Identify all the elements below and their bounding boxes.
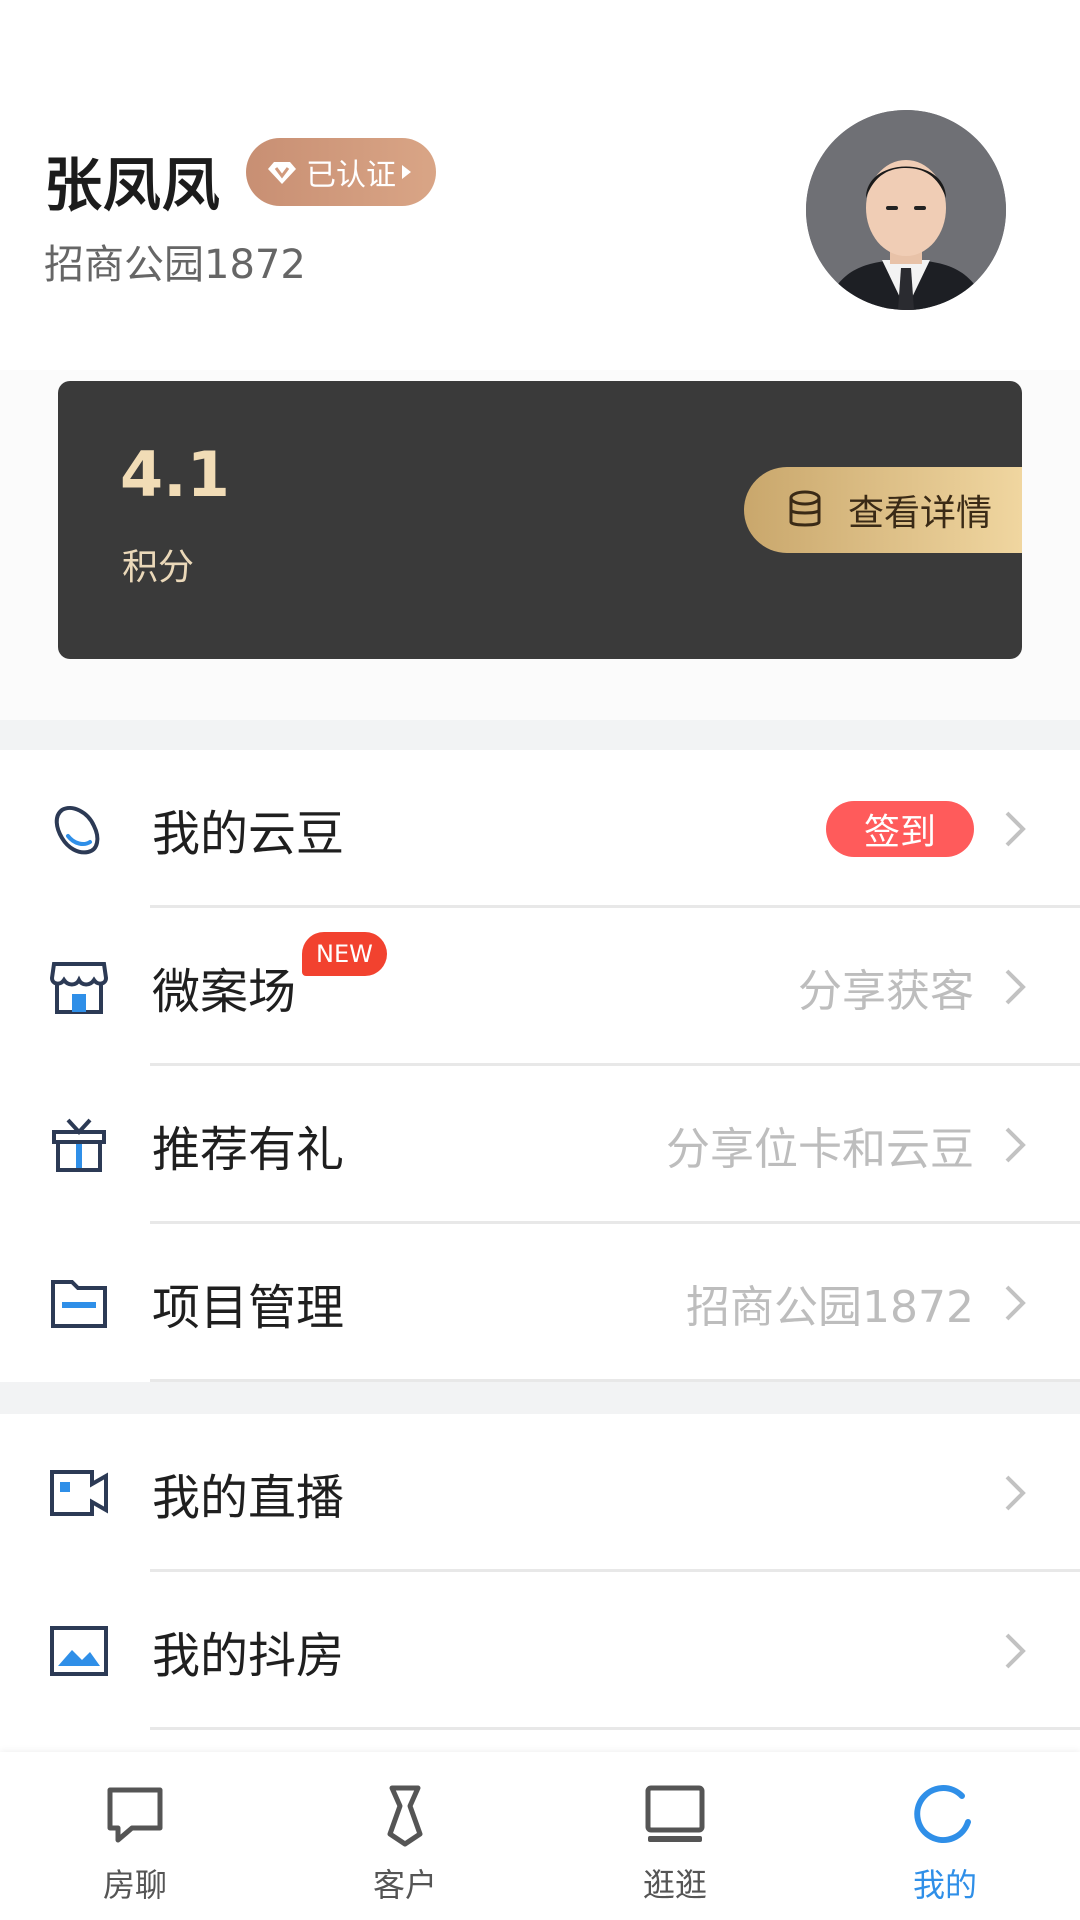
- menu-label-project-management: 项目管理: [152, 1280, 345, 1336]
- tab-browse-label: 逛逛: [642, 1866, 707, 1904]
- menu-hint-micro-site: 分享获客: [798, 966, 974, 1017]
- menu-label-douyin-house: 我的抖房: [152, 1628, 345, 1684]
- menu-label-micro-site: 微案场: [152, 964, 297, 1020]
- video-camera-icon: [50, 1470, 108, 1516]
- user-name: 张凤凤: [44, 151, 222, 219]
- chevron-right-icon: [1005, 1127, 1026, 1163]
- chevron-right-icon: [1005, 1475, 1026, 1511]
- points-label: 积分: [122, 547, 195, 588]
- menu-item-douyin-house[interactable]: 我的抖房: [0, 1572, 1080, 1730]
- verified-badge[interactable]: 已认证: [246, 138, 436, 206]
- image-icon: [50, 1626, 108, 1676]
- arrow-right-icon: [402, 165, 411, 179]
- tab-chat[interactable]: 房聊: [0, 1752, 270, 1920]
- menu-item-project-management[interactable]: 项目管理 招商公园1872: [0, 1224, 1080, 1382]
- signin-badge[interactable]: 签到: [826, 801, 974, 857]
- points-value: 4.1: [120, 438, 230, 511]
- section-divider: [0, 720, 1080, 750]
- tab-mine-label: 我的: [912, 1866, 977, 1904]
- menu-hint-referral: 分享位卡和云豆: [666, 1124, 974, 1175]
- verified-label: 已认证: [306, 158, 396, 193]
- tab-browse[interactable]: 逛逛: [540, 1752, 810, 1920]
- chevron-right-icon: [1005, 1633, 1026, 1669]
- profile-page: 张凤凤 已认证 招商公园1872 4.1 积分 查看详情 我的云豆 签到 微案场…: [0, 0, 1080, 1920]
- project-name: 招商公园1872: [44, 242, 306, 288]
- menu-item-live[interactable]: 我的直播: [0, 1414, 1080, 1572]
- tab-mine[interactable]: 我的: [810, 1752, 1080, 1920]
- view-details-label: 查看详情: [848, 493, 993, 534]
- bottom-tab-bar: 房聊 客户 逛逛 我的: [0, 1752, 1080, 1920]
- profile-circle-icon: [914, 1785, 971, 1843]
- diamond-icon: [268, 162, 296, 184]
- chevron-right-icon: [1005, 1285, 1026, 1321]
- view-details-button[interactable]: 查看详情: [744, 467, 1022, 553]
- chat-icon: [107, 1787, 163, 1843]
- folder-icon: [51, 1280, 107, 1328]
- tab-customers-label: 客户: [372, 1866, 437, 1904]
- menu-label-referral: 推荐有礼: [152, 1122, 345, 1178]
- storefront-icon: [49, 962, 109, 1014]
- menu-hint-project-management: 招商公园1872: [686, 1282, 974, 1333]
- menu-item-micro-site[interactable]: 微案场 NEW 分享获客: [0, 908, 1080, 1066]
- new-badge: NEW: [302, 932, 387, 976]
- chevron-right-icon: [1005, 969, 1026, 1005]
- bean-icon: [54, 806, 100, 855]
- profile-header: 张凤凤 已认证 招商公园1872: [0, 0, 1080, 370]
- row-divider: [150, 1727, 1080, 1730]
- section-divider: [0, 1382, 1080, 1414]
- tab-chat-label: 房聊: [102, 1866, 167, 1904]
- tie-icon: [387, 1785, 423, 1847]
- menu-label-yundou: 我的云豆: [152, 806, 345, 862]
- gift-icon: [52, 1118, 106, 1172]
- avatar[interactable]: [806, 110, 1006, 310]
- laptop-icon: [645, 1785, 705, 1842]
- menu-item-referral[interactable]: 推荐有礼 分享位卡和云豆: [0, 1066, 1080, 1224]
- database-icon: [789, 490, 821, 527]
- tab-customers[interactable]: 客户: [270, 1752, 540, 1920]
- menu-item-yundou[interactable]: 我的云豆 签到: [0, 750, 1080, 908]
- menu-label-live: 我的直播: [152, 1470, 345, 1526]
- chevron-right-icon: [1005, 811, 1026, 847]
